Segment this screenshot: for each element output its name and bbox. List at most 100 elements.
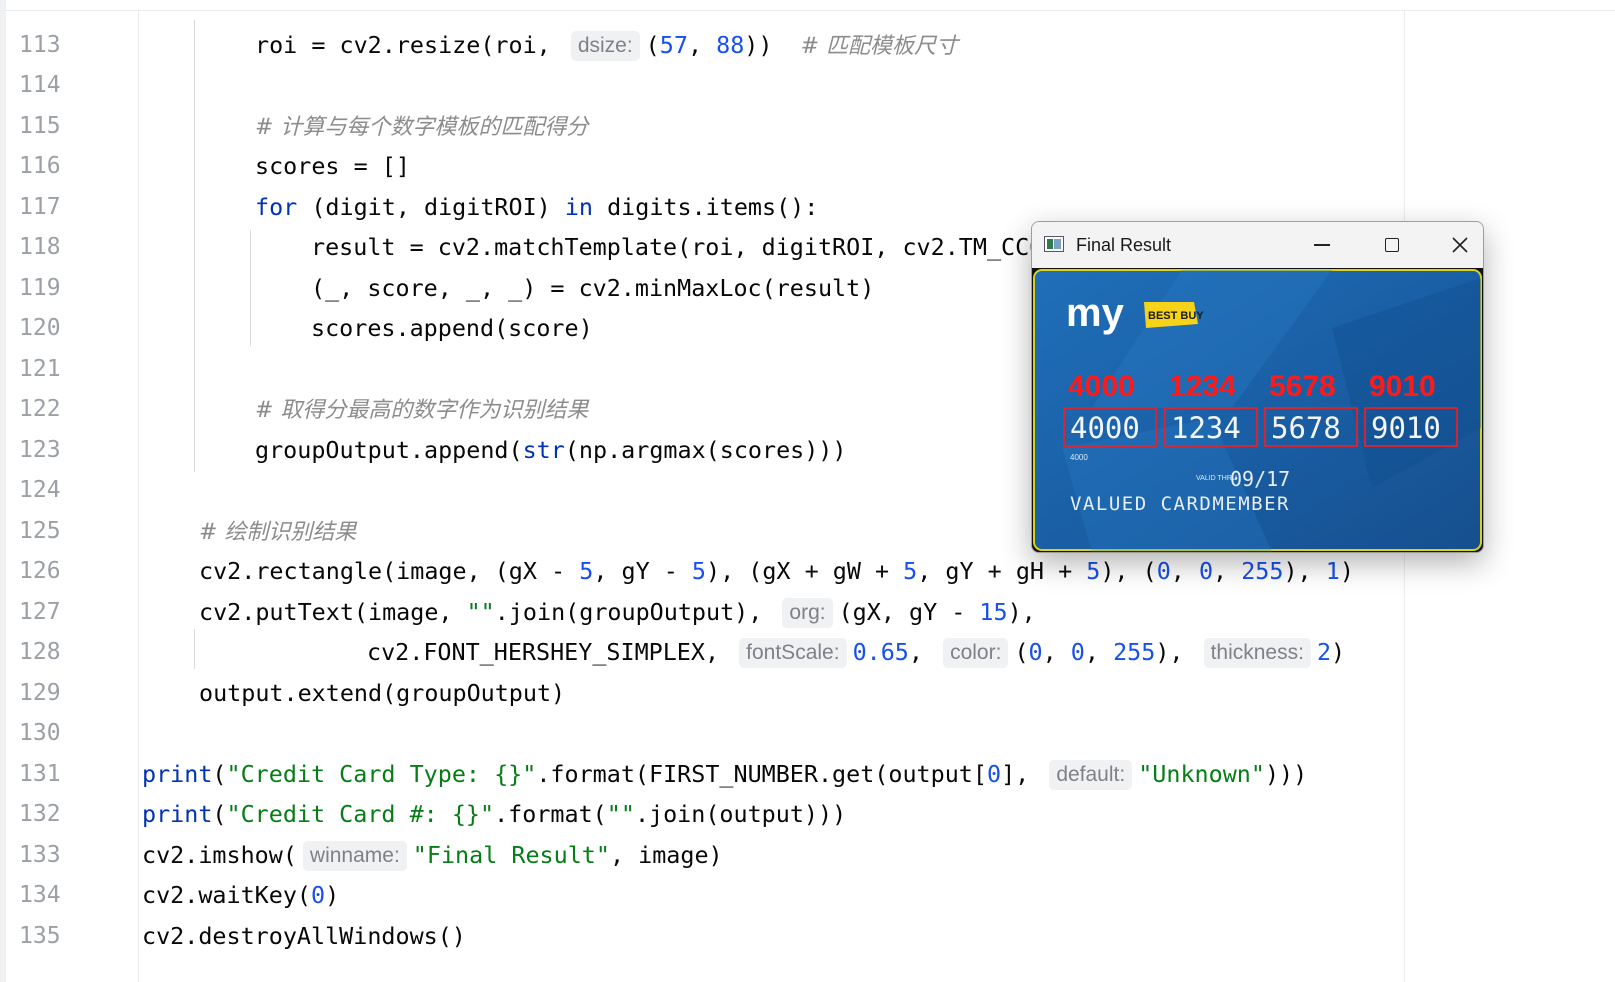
code-text: , bbox=[1213, 557, 1242, 585]
number-literal: 0 bbox=[1198, 557, 1214, 585]
code-text: scores = [] bbox=[255, 152, 410, 180]
number-literal: 0 bbox=[311, 881, 326, 909]
param-hint: org: bbox=[782, 598, 833, 628]
code-text: ( bbox=[212, 760, 227, 788]
best-buy-logo: BEST BUY bbox=[1148, 310, 1204, 322]
code-line-134[interactable]: cv2.waitKey(0) bbox=[142, 875, 339, 915]
card-number-group: 9010 bbox=[1371, 411, 1441, 445]
line-number: 117 bbox=[19, 194, 61, 220]
param-hint: fontScale: bbox=[739, 638, 847, 668]
code-text: .join(groupOutput), bbox=[494, 598, 777, 626]
line-number: 114 bbox=[19, 72, 61, 98]
card-number-group: 4000 bbox=[1070, 411, 1140, 445]
code-text: , bbox=[908, 638, 938, 666]
code-text: cv2.waitKey( bbox=[142, 881, 311, 909]
code-text: (digit, digitROI) bbox=[297, 193, 565, 221]
final-result-window[interactable]: Final Result my BEST BUY 4000 1234 5678 901… bbox=[1031, 221, 1484, 553]
code-line-128[interactable]: cv2.FONT_HERSHEY_SIMPLEX, fontScale: 0.65… bbox=[367, 632, 1345, 672]
code-text: (gX, gY - bbox=[838, 598, 980, 626]
number-literal: 5 bbox=[903, 557, 918, 585]
keyword: in bbox=[564, 193, 593, 221]
code-line-127[interactable]: cv2.putText(image, "".join(groupOutput),… bbox=[199, 592, 1036, 632]
detected-group-label: 1234 bbox=[1169, 370, 1236, 403]
code-text: , bbox=[687, 31, 717, 59]
line-number: 127 bbox=[19, 599, 61, 625]
window-titlebar[interactable]: Final Result bbox=[1032, 222, 1483, 268]
builtin: print bbox=[142, 760, 213, 788]
code-line-116[interactable]: scores = [] bbox=[255, 146, 410, 186]
code-line-117[interactable]: for (digit, digitROI) in digits.items(): bbox=[255, 187, 818, 227]
gutter-separator bbox=[138, 10, 139, 982]
line-number: 128 bbox=[19, 639, 61, 665]
code-line-125[interactable]: # 绘制识别结果 bbox=[199, 511, 356, 551]
code-text: (_, score, _, _) = cv2.minMaxLoc(result) bbox=[311, 274, 875, 302]
minimize-icon bbox=[1314, 244, 1330, 246]
line-number: 123 bbox=[19, 437, 61, 463]
code-comment: # 取得分最高的数字作为识别结果 bbox=[255, 398, 589, 423]
code-text: output.extend(groupOutput) bbox=[199, 679, 566, 707]
number-literal: 0 bbox=[1156, 557, 1171, 585]
code-text: ), bbox=[1007, 598, 1036, 626]
number-literal: 0.65 bbox=[852, 638, 909, 666]
code-text: , bbox=[1084, 638, 1114, 666]
card-number-group: 1234 bbox=[1171, 411, 1241, 445]
param-hint: dsize: bbox=[570, 31, 640, 61]
line-number: 131 bbox=[19, 761, 61, 787]
line-number: 121 bbox=[19, 356, 61, 382]
builtin: print bbox=[142, 800, 213, 828]
minimize-button[interactable] bbox=[1292, 222, 1352, 268]
code-line-133[interactable]: cv2.imshow(winname: "Final Result", image… bbox=[142, 835, 723, 875]
line-number: 120 bbox=[19, 315, 61, 341]
code-text: , bbox=[1170, 557, 1199, 585]
card-holder-name: VALUED CARDMEMBER bbox=[1070, 493, 1290, 515]
number-literal: 15 bbox=[979, 598, 1008, 626]
code-text: ), bbox=[1283, 557, 1326, 585]
code-text: groupOutput.append( bbox=[255, 436, 523, 464]
code-text: ( bbox=[212, 800, 227, 828]
number-literal: 2 bbox=[1316, 638, 1332, 666]
code-line-123[interactable]: groupOutput.append(str(np.argmax(scores)… bbox=[255, 430, 846, 470]
code-text: cv2.destroyAllWindows() bbox=[142, 922, 466, 950]
number-literal: 88 bbox=[716, 31, 745, 59]
close-icon bbox=[1452, 237, 1468, 253]
code-line-131[interactable]: print("Credit Card Type: {}".format(FIRS… bbox=[142, 754, 1307, 794]
code-text: .join(output))) bbox=[634, 800, 847, 828]
code-line-132[interactable]: print("Credit Card #: {}".format("".join… bbox=[142, 794, 846, 834]
code-line-120[interactable]: scores.append(score) bbox=[311, 308, 593, 348]
close-button[interactable] bbox=[1430, 222, 1483, 268]
code-text: .format(FIRST_NUMBER.get(output[ bbox=[536, 760, 987, 788]
code-text: ) bbox=[1331, 638, 1346, 666]
param-hint: default: bbox=[1049, 760, 1133, 790]
line-number: 132 bbox=[19, 801, 61, 827]
line-number: 118 bbox=[19, 234, 61, 260]
code-line-113[interactable]: roi = cv2.resize(roi, dsize: (57, 88)) # … bbox=[255, 25, 958, 65]
builtin: str bbox=[522, 436, 565, 464]
string-literal: "Final Result" bbox=[412, 841, 610, 869]
code-line-119[interactable]: (_, score, _, _) = cv2.minMaxLoc(result) bbox=[311, 268, 874, 308]
line-number: 122 bbox=[19, 396, 61, 422]
code-text: , gY - bbox=[593, 557, 692, 585]
code-text: scores.append(score) bbox=[311, 314, 593, 342]
number-literal: 255 bbox=[1113, 638, 1156, 666]
code-line-122[interactable]: # 取得分最高的数字作为识别结果 bbox=[255, 389, 588, 429]
line-number: 135 bbox=[19, 923, 61, 949]
card-expiry: 09/17 bbox=[1230, 467, 1290, 491]
maximize-button[interactable] bbox=[1362, 222, 1422, 268]
code-comment: # 绘制识别结果 bbox=[199, 520, 357, 545]
code-text: cv2.FONT_HERSHEY_SIMPLEX, bbox=[367, 638, 734, 666]
string-literal: "Credit Card Type: {}" bbox=[226, 760, 537, 788]
line-number: 129 bbox=[19, 680, 61, 706]
number-literal: 5 bbox=[579, 557, 594, 585]
code-line-118[interactable]: result = cv2.matchTemplate(roi, digitROI… bbox=[311, 227, 1100, 267]
code-line-115[interactable]: # 计算与每个数字模板的匹配得分 bbox=[255, 106, 588, 146]
line-number: 125 bbox=[19, 518, 61, 544]
code-text: ( bbox=[645, 31, 660, 59]
number-literal: 0 bbox=[1070, 638, 1085, 666]
code-line-126[interactable]: cv2.rectangle(image, (gX - 5, gY - 5), (… bbox=[199, 551, 1354, 591]
code-line-135[interactable]: cv2.destroyAllWindows() bbox=[142, 916, 466, 956]
number-literal: 5 bbox=[691, 557, 706, 585]
code-line-129[interactable]: output.extend(groupOutput) bbox=[199, 673, 565, 713]
line-number: 116 bbox=[19, 153, 61, 179]
editor-left-strip bbox=[0, 0, 6, 982]
code-text: (np.argmax(scores))) bbox=[564, 436, 847, 464]
